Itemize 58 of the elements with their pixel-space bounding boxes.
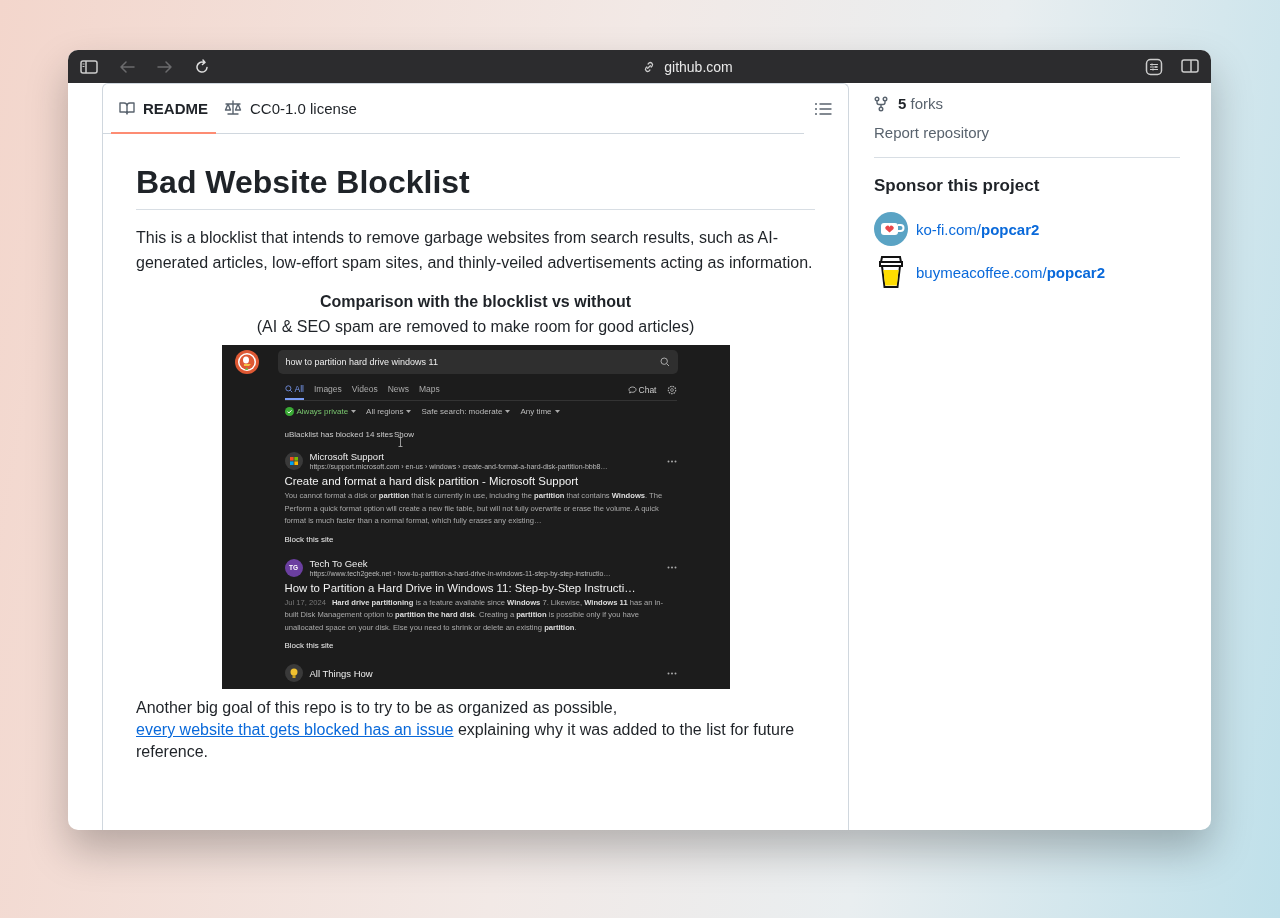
report-link[interactable]: Report repository <box>874 124 1180 141</box>
result-site-name: Microsoft Support <box>309 451 385 462</box>
intro-paragraph: This is a blocklist that intends to remove garbage websites from search results, such as AI-generated articles, low-effort spam sites, and thinly-veiled advertisements acting as information. <box>136 228 814 273</box>
privacy-filter[interactable]: Always private <box>284 407 357 416</box>
check-icon <box>284 407 294 416</box>
caret-icon <box>406 410 412 413</box>
extension-icon[interactable] <box>1145 57 1163 76</box>
forks-count[interactable]: 5 forks <box>898 95 944 112</box>
filter-dropdown[interactable]: All regions <box>366 407 412 416</box>
result-title[interactable]: How to Partition a Hard Drive in Windows 11: Step-by-Step Instructi… <box>284 581 677 594</box>
search-icon <box>284 385 293 393</box>
readme-tab[interactable]: README <box>111 84 216 134</box>
tiles-icon <box>284 452 303 470</box>
blocked-note: uBlacklist has blocked 14 sites <box>284 430 393 439</box>
filter-dropdown[interactable]: Safe search: moderate <box>421 407 511 416</box>
block-site-link[interactable]: Block this site <box>284 534 334 544</box>
chat-link[interactable]: Chat <box>627 385 657 395</box>
fork-icon <box>874 95 888 112</box>
caret-icon <box>554 410 560 413</box>
caret-icon <box>505 410 511 413</box>
issues-link[interactable]: every website that gets blocked has an issue <box>136 721 454 738</box>
search-tab[interactable]: All <box>284 380 304 400</box>
sponsor-link[interactable]: ko-fi.com/popcar2 <box>916 220 1040 238</box>
more-icon[interactable] <box>666 566 677 569</box>
search-tab[interactable]: Videos <box>351 380 378 400</box>
scale-icon <box>224 100 242 116</box>
closing-paragraph: Another big goal of this repo is to try to be as organized as possible, every website that gets blocked has an issue explaining why it was added to the list for future reference. <box>136 698 796 762</box>
search-tab[interactable]: Images <box>313 380 342 400</box>
block-site-link[interactable]: Block this site <box>284 641 334 650</box>
split-view-icon[interactable] <box>1181 57 1199 76</box>
outline-icon[interactable] <box>814 100 832 117</box>
more-icon[interactable] <box>666 459 677 463</box>
caret-icon <box>351 410 357 413</box>
readme-tab[interactable]: CC0-1.0 license <box>216 84 365 134</box>
sponsor-link[interactable]: buymeacoffee.com/popcar2 <box>916 263 1105 281</box>
sponsor-heading: Sponsor this project <box>874 176 1041 196</box>
result-title[interactable]: Create and format a hard disk partition - Microsoft Support <box>284 475 677 487</box>
reload-icon[interactable] <box>194 58 210 75</box>
duck-logo-icon <box>234 350 259 374</box>
address-text[interactable]: github.com <box>664 58 733 75</box>
filter-dropdown[interactable]: Any time <box>520 407 560 416</box>
search-tab[interactable]: Maps <box>418 380 440 400</box>
result-site-name: Tech To Geek <box>309 557 369 569</box>
text-cursor-icon <box>397 437 403 447</box>
show-link[interactable]: Show <box>394 430 414 439</box>
result-site-name: All Things How <box>309 667 373 679</box>
comparison-heading: Comparison with the blocklist vs without <box>318 292 633 312</box>
readme-title: Bad Website Blocklist <box>136 164 815 210</box>
bulb-icon <box>284 664 303 682</box>
comparison-note: (AI & SEO spam are removed to make room for good articles) <box>255 317 696 337</box>
search-tab[interactable]: News <box>387 380 409 400</box>
sidebar-toggle-icon[interactable] <box>80 58 98 75</box>
search-field[interactable]: how to partition hard drive windows 11 <box>277 350 678 374</box>
book-icon <box>119 100 135 116</box>
search-icon <box>659 357 670 367</box>
more-icon[interactable] <box>666 671 677 675</box>
settings-icon[interactable] <box>666 385 677 395</box>
chat-bubble-icon <box>627 386 637 394</box>
